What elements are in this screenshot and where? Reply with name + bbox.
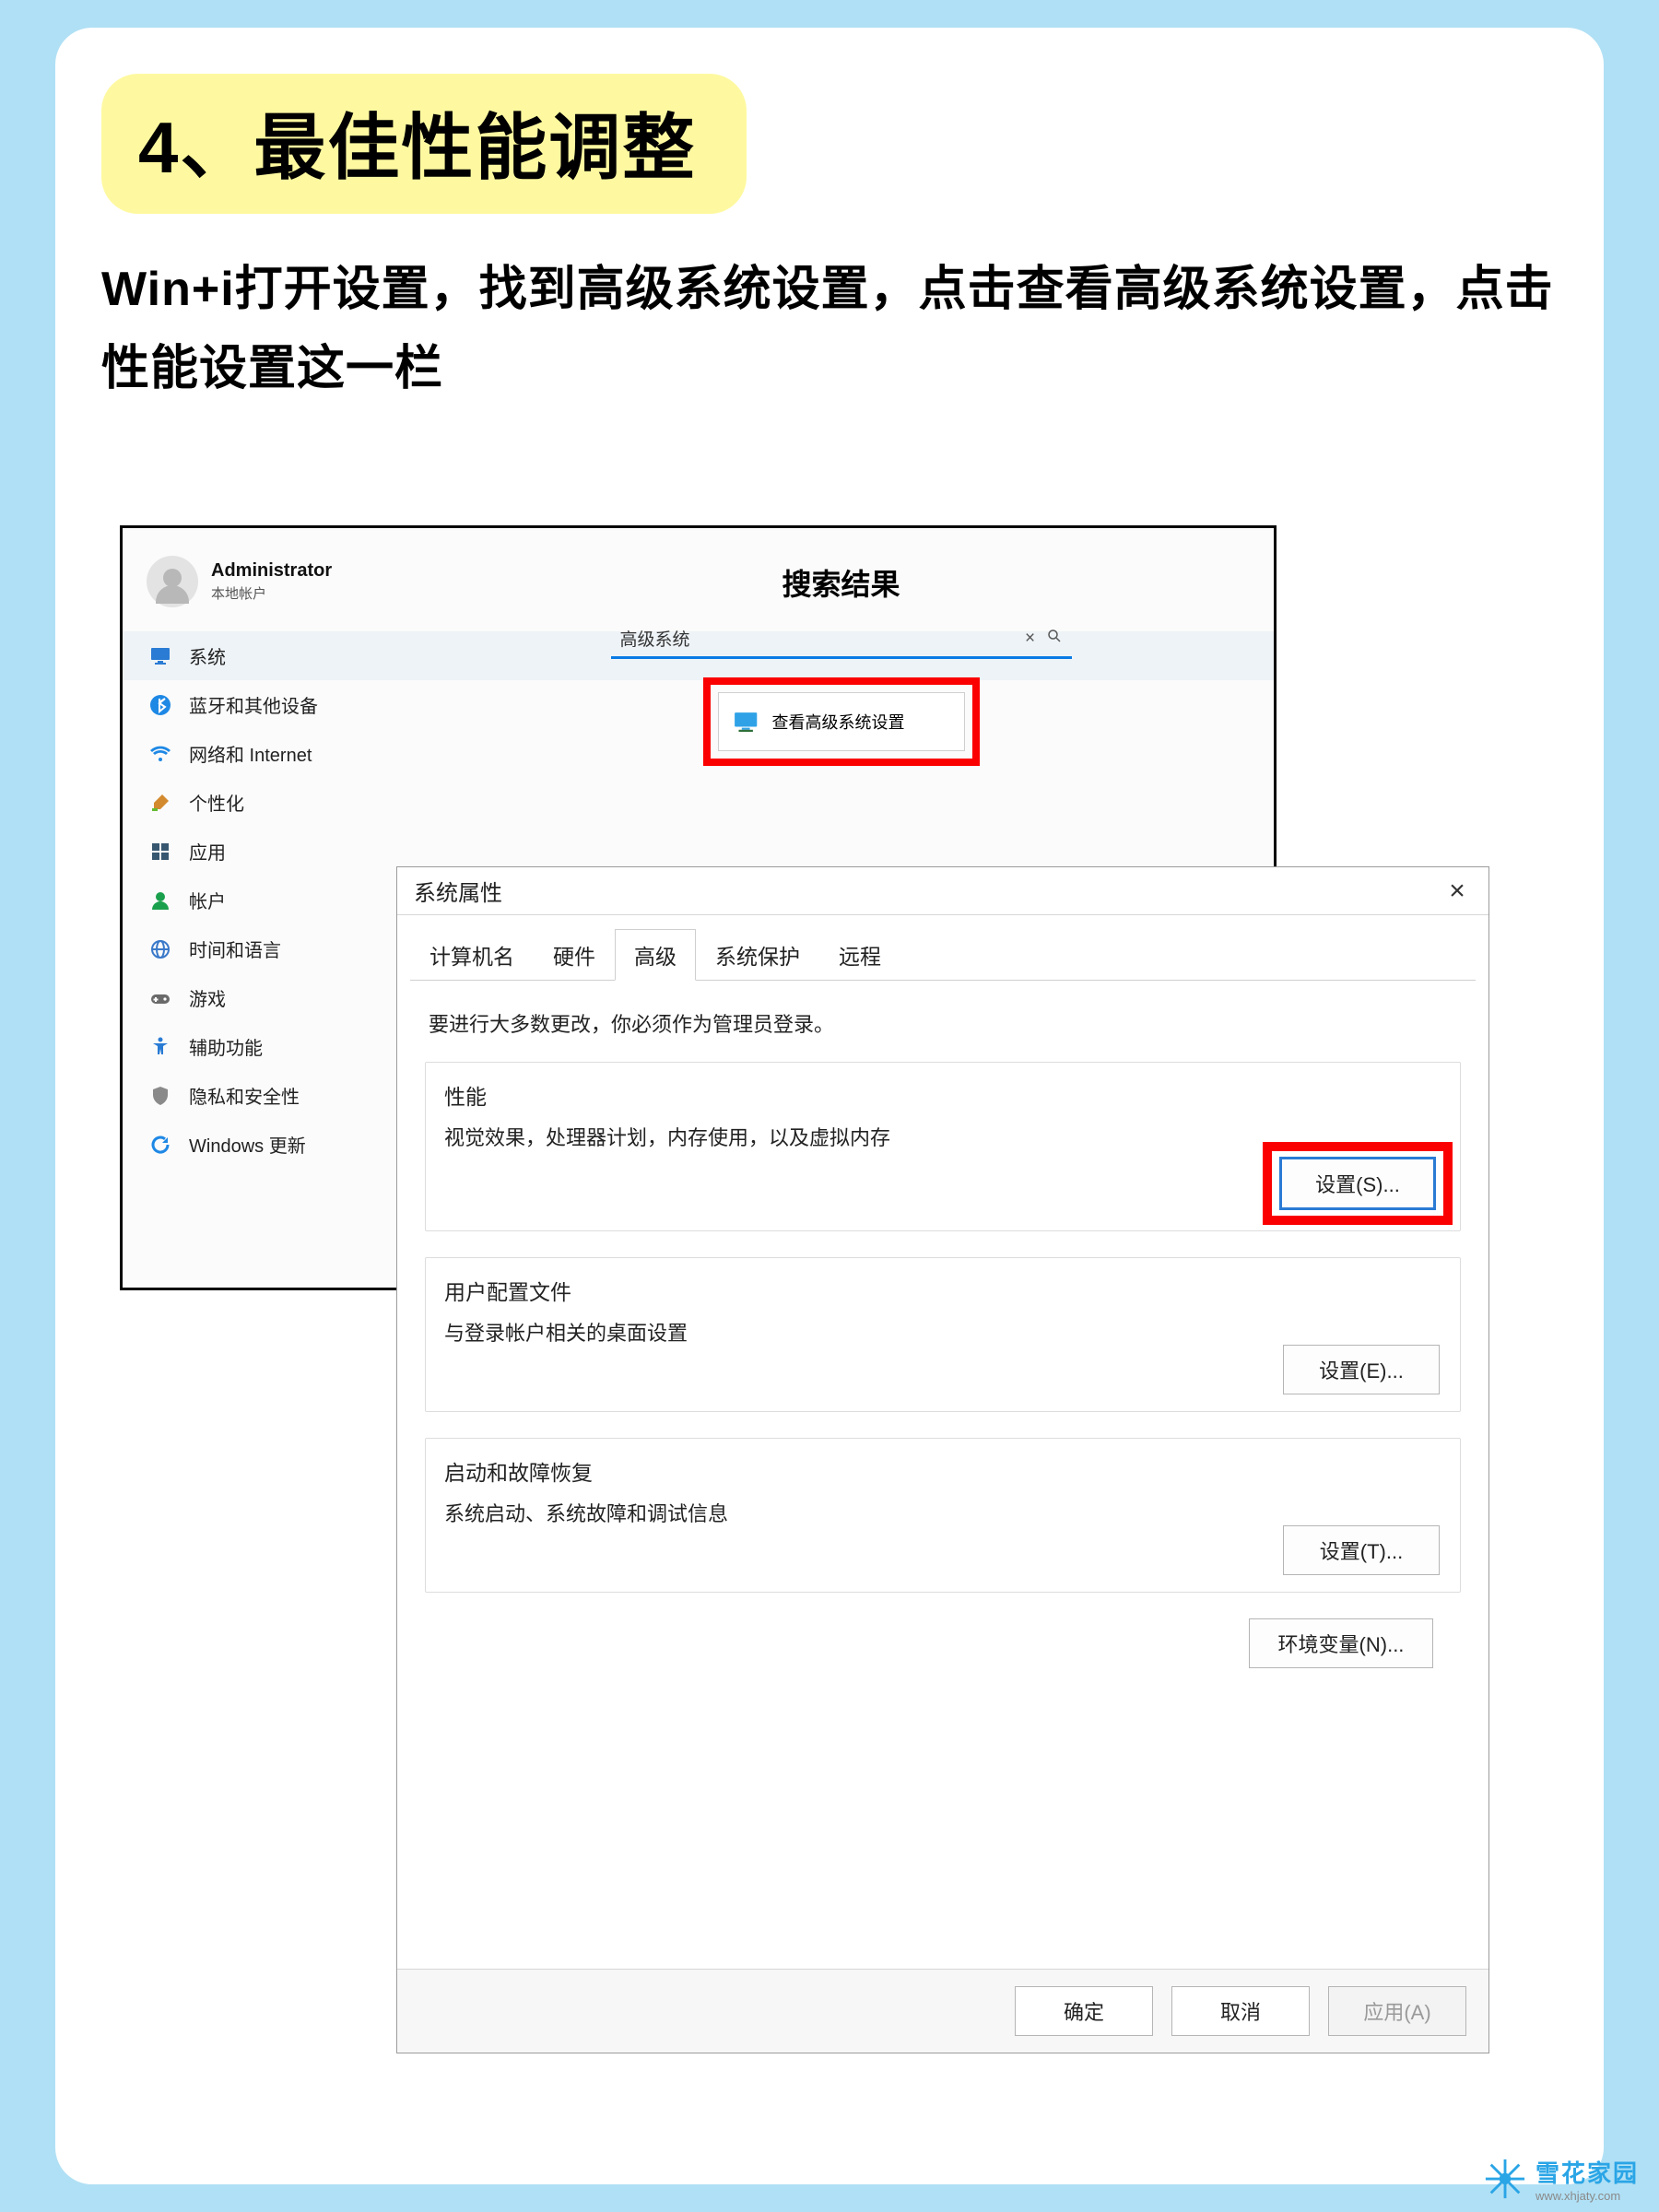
tab-4[interactable]: 远程 xyxy=(819,929,900,981)
sidebar-item-label: 系统 xyxy=(189,642,226,669)
group-user-profile: 用户配置文件 与登录帐户相关的桌面设置 设置(E)... xyxy=(425,1257,1461,1412)
account-type: 本地帐户 xyxy=(211,583,332,603)
shield-icon xyxy=(148,1084,172,1108)
environment-variables-button[interactable]: 环境变量(N)... xyxy=(1249,1618,1433,1668)
dialog-tabs: 计算机名硬件高级系统保护远程 xyxy=(410,928,1476,981)
tab-2[interactable]: 高级 xyxy=(615,929,696,981)
search-results-heading: 搜索结果 xyxy=(432,561,1250,604)
watermark-url: www.xhjaty.com xyxy=(1535,2189,1639,2203)
wifi-icon xyxy=(148,742,172,766)
search-result-advanced-settings[interactable]: 查看高级系统设置 xyxy=(718,692,965,751)
group-title: 启动和故障恢复 xyxy=(444,1455,1441,1487)
close-icon[interactable]: × xyxy=(1435,876,1479,907)
sidebar-item-label: 时间和语言 xyxy=(189,935,281,962)
search-query: 高级系统 xyxy=(620,626,1018,651)
group-startup-recovery: 启动和故障恢复 系统启动、系统故障和调试信息 设置(T)... xyxy=(425,1438,1461,1593)
group-desc: 与登录帐户相关的桌面设置 xyxy=(444,1317,1441,1347)
sidebar-item-label: 辅助功能 xyxy=(189,1033,263,1060)
clear-icon[interactable]: × xyxy=(1018,629,1042,649)
sidebar-item-label: 游戏 xyxy=(189,984,226,1011)
ok-button[interactable]: 确定 xyxy=(1015,1986,1153,2036)
dialog-footer: 确定 取消 应用(A) xyxy=(397,1969,1488,2053)
dialog-body: 要进行大多数更改，你必须作为管理员登录。 性能 视觉效果，处理器计划，内存使用，… xyxy=(397,981,1488,1703)
sidebar-item-label: 个性化 xyxy=(189,789,244,816)
profile-settings-button[interactable]: 设置(E)... xyxy=(1283,1345,1440,1394)
dialog-titlebar: 系统属性 × xyxy=(397,867,1488,915)
group-desc: 系统启动、系统故障和调试信息 xyxy=(444,1498,1441,1527)
startup-settings-button[interactable]: 设置(T)... xyxy=(1283,1525,1440,1575)
bluetooth-icon xyxy=(148,693,172,717)
brush-icon xyxy=(148,791,172,815)
sidebar-item-label: 隐私和安全性 xyxy=(189,1082,300,1109)
step-instructions: Win+i打开设置，找到高级系统设置，点击查看高级系统设置，点击性能设置这一栏 xyxy=(101,251,1558,409)
apply-button: 应用(A) xyxy=(1328,1986,1466,2036)
system-properties-dialog: 系统属性 × 计算机名硬件高级系统保护远程 要进行大多数更改，你必须作为管理员登… xyxy=(396,866,1489,2053)
watermark: 雪花家园 www.xhjaty.com xyxy=(1484,2155,1639,2203)
tab-0[interactable]: 计算机名 xyxy=(410,929,534,981)
tutorial-card: 4、最佳性能调整 Win+i打开设置，找到高级系统设置，点击查看高级系统设置，点… xyxy=(55,28,1604,2184)
sidebar-item-label: 应用 xyxy=(189,838,226,865)
gamepad-icon xyxy=(148,986,172,1010)
cancel-button[interactable]: 取消 xyxy=(1171,1986,1310,2036)
accessibility-icon xyxy=(148,1035,172,1059)
person-icon xyxy=(148,888,172,912)
performance-settings-button[interactable]: 设置(S)... xyxy=(1279,1157,1436,1210)
account-name: Administrator xyxy=(211,560,332,582)
step-title: 4、最佳性能调整 xyxy=(101,74,747,214)
apps-icon xyxy=(148,840,172,864)
highlight-performance-button: 设置(S)... xyxy=(1263,1142,1453,1225)
group-performance: 性能 视觉效果，处理器计划，内存使用，以及虚拟内存 设置(S)... xyxy=(425,1062,1461,1231)
search-result-label: 查看高级系统设置 xyxy=(772,710,905,734)
avatar-icon xyxy=(147,556,198,607)
dialog-title: 系统属性 xyxy=(414,875,502,907)
snowflake-icon xyxy=(1484,2158,1526,2200)
admin-note: 要进行大多数更改，你必须作为管理员登录。 xyxy=(429,1008,1457,1038)
refresh-icon xyxy=(148,1133,172,1157)
sidebar-item-label: Windows 更新 xyxy=(189,1131,306,1158)
highlight-result: 查看高级系统设置 xyxy=(703,677,980,766)
tab-3[interactable]: 系统保护 xyxy=(696,929,819,981)
search-input[interactable]: 高级系统 × xyxy=(611,620,1072,659)
sidebar-item-label: 网络和 Internet xyxy=(189,740,312,767)
sidebar-item-label: 帐户 xyxy=(189,887,226,913)
group-title: 性能 xyxy=(444,1079,1441,1111)
watermark-brand: 雪花家园 xyxy=(1535,2155,1639,2189)
search-icon[interactable] xyxy=(1042,628,1066,650)
sidebar-item-label: 蓝牙和其他设备 xyxy=(189,691,318,718)
tab-1[interactable]: 硬件 xyxy=(534,929,615,981)
monitor-icon xyxy=(148,644,172,668)
globe-icon xyxy=(148,937,172,961)
group-title: 用户配置文件 xyxy=(444,1275,1441,1306)
monitor-icon xyxy=(734,712,759,732)
